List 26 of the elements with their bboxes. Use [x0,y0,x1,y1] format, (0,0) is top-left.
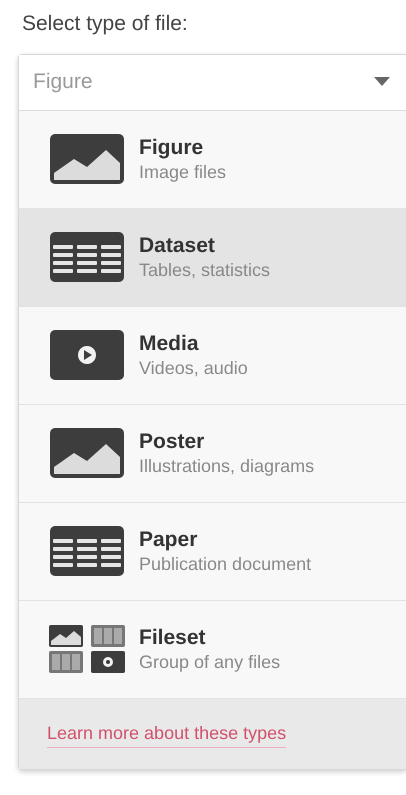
play-icon [49,329,125,381]
option-subtitle: Group of any files [139,650,280,674]
table-icon [49,525,125,577]
option-subtitle: Publication document [139,552,312,576]
option-subtitle: Tables, statistics [139,258,270,282]
file-type-option[interactable]: Poster Illustrations, diagrams [19,404,406,502]
option-subtitle: Illustrations, diagrams [139,454,314,478]
file-type-option[interactable]: Paper Publication document [19,502,406,600]
option-title: Paper [139,526,198,553]
option-title: Poster [139,428,206,455]
option-title: Media [139,330,200,357]
option-subtitle: Image files [139,160,226,184]
file-type-option[interactable]: Fileset Group of any files [19,600,406,698]
option-title: Figure [139,134,204,161]
file-grid-icon [49,623,125,675]
caret-icon [374,77,390,87]
option-title: Dataset [139,232,216,259]
field-label: Select type of file: [22,11,189,37]
option-subtitle: Videos, audio [139,356,248,380]
mountain-image-icon [49,427,125,479]
file-type-option[interactable]: Figure Image files [19,110,406,208]
file-type-option[interactable]: Media Videos, audio [19,306,406,404]
option-title: Fileset [139,624,207,651]
file-type-option[interactable]: Dataset Tables, statistics [19,208,406,306]
table-icon [49,231,125,283]
mountain-image-icon [49,133,125,185]
